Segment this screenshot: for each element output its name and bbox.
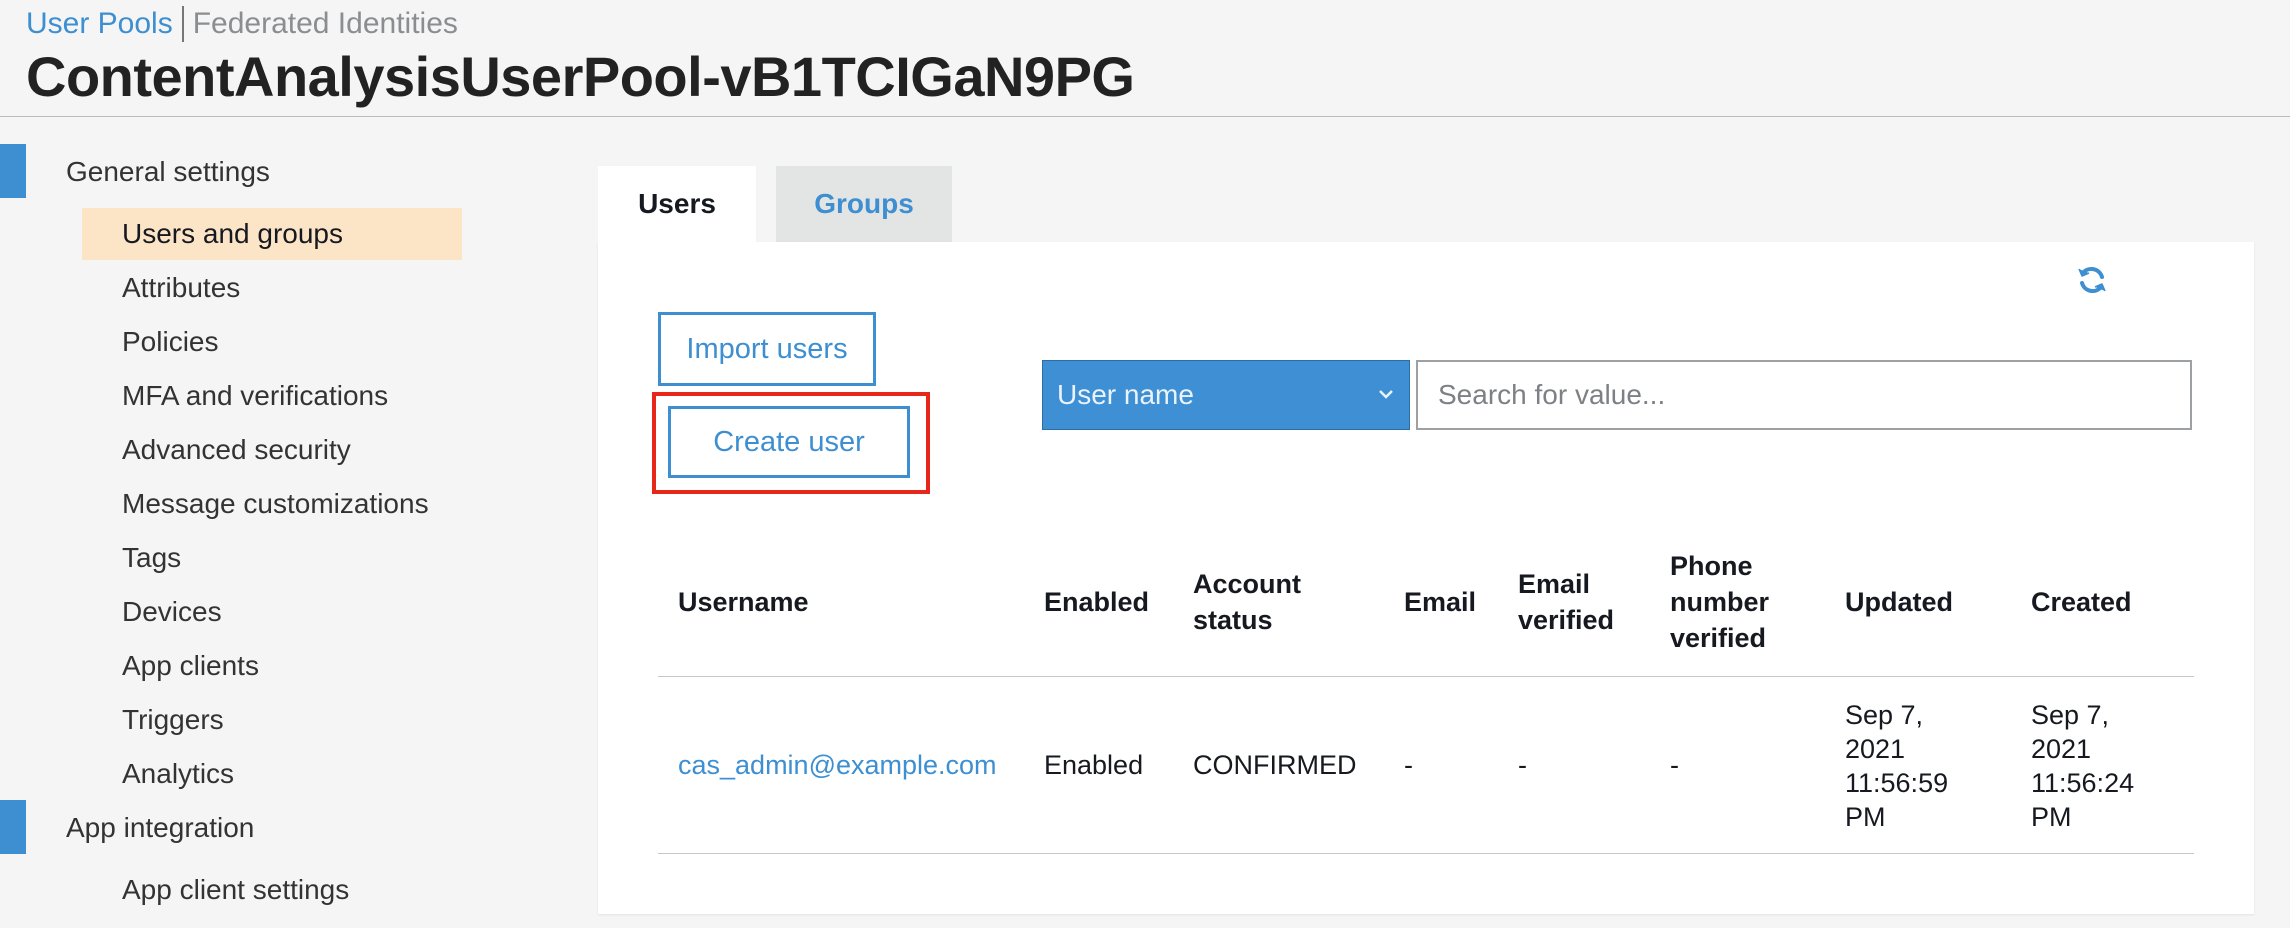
users-panel: Import users Create user User name Usern… bbox=[598, 242, 2254, 914]
sidebar-item-advanced-security[interactable]: Advanced security bbox=[82, 424, 462, 476]
search-attribute-value: User name bbox=[1057, 379, 1194, 410]
column-header-email[interactable]: Email bbox=[1404, 584, 1476, 620]
sidebar-section-general-settings[interactable]: General settings bbox=[66, 156, 270, 188]
sidebar-item-app-clients[interactable]: App clients bbox=[82, 640, 462, 692]
enabled-cell: Enabled bbox=[1044, 750, 1144, 780]
account-status-cell: CONFIRMED bbox=[1193, 750, 1357, 780]
phone-verified-cell: - bbox=[1670, 750, 1679, 780]
tab-users[interactable]: Users bbox=[598, 166, 756, 242]
sidebar-item-policies[interactable]: Policies bbox=[82, 316, 462, 368]
column-header-updated[interactable]: Updated bbox=[1845, 584, 1953, 620]
table-header-divider bbox=[658, 676, 2194, 677]
section-indicator bbox=[0, 144, 26, 198]
sidebar-item-attributes[interactable]: Attributes bbox=[82, 262, 462, 314]
sidebar-item-triggers[interactable]: Triggers bbox=[82, 694, 462, 746]
sidebar-item-users-and-groups[interactable]: Users and groups bbox=[82, 208, 462, 260]
username-link[interactable]: cas_admin@example.com bbox=[678, 748, 997, 782]
search-attribute-select[interactable]: User name bbox=[1042, 360, 1410, 430]
refresh-icon[interactable] bbox=[2076, 264, 2108, 296]
column-header-created[interactable]: Created bbox=[2031, 584, 2132, 620]
tab-groups[interactable]: Groups bbox=[776, 166, 952, 242]
search-input[interactable] bbox=[1416, 360, 2192, 430]
created-cell: Sep 7, 2021 11:56:24 PM bbox=[2031, 700, 2135, 832]
sidebar-item-message-customizations[interactable]: Message customizations bbox=[82, 478, 462, 530]
breadcrumb: User Pools Federated Identities bbox=[26, 6, 458, 42]
federated-identities-link[interactable]: Federated Identities bbox=[193, 7, 458, 41]
column-header-account-status[interactable]: Account status bbox=[1193, 566, 1301, 638]
sidebar-item-tags[interactable]: Tags bbox=[82, 532, 462, 584]
updated-cell: Sep 7, 2021 11:56:59 PM bbox=[1845, 700, 1949, 832]
column-header-enabled[interactable]: Enabled bbox=[1044, 584, 1149, 620]
sidebar-item-devices[interactable]: Devices bbox=[82, 586, 462, 638]
sidebar-section-app-integration[interactable]: App integration bbox=[66, 812, 254, 844]
user-pools-link[interactable]: User Pools bbox=[26, 7, 173, 41]
column-header-username[interactable]: Username bbox=[678, 584, 809, 620]
column-header-phone-number-verified[interactable]: Phone number verified bbox=[1670, 548, 1769, 656]
sidebar-item-app-client-settings[interactable]: App client settings bbox=[82, 864, 462, 916]
sidebar-item-analytics[interactable]: Analytics bbox=[82, 748, 462, 800]
sidebar: General settings Users and groups Attrib… bbox=[0, 116, 480, 928]
create-user-button[interactable]: Create user bbox=[668, 406, 910, 478]
sidebar-item-mfa-and-verifications[interactable]: MFA and verifications bbox=[82, 370, 462, 422]
email-cell: - bbox=[1404, 750, 1413, 780]
page-header: User Pools Federated Identities ContentA… bbox=[0, 0, 2290, 117]
column-header-email-verified[interactable]: Email verified bbox=[1518, 566, 1614, 638]
email-verified-cell: - bbox=[1518, 750, 1527, 780]
section-indicator bbox=[0, 800, 26, 854]
page-title: ContentAnalysisUserPool-vB1TCIGaN9PG bbox=[26, 45, 1135, 108]
chevron-down-icon bbox=[1379, 390, 1393, 399]
table-row-divider bbox=[658, 853, 2194, 854]
breadcrumb-divider bbox=[181, 6, 184, 42]
import-users-button[interactable]: Import users bbox=[658, 312, 876, 386]
